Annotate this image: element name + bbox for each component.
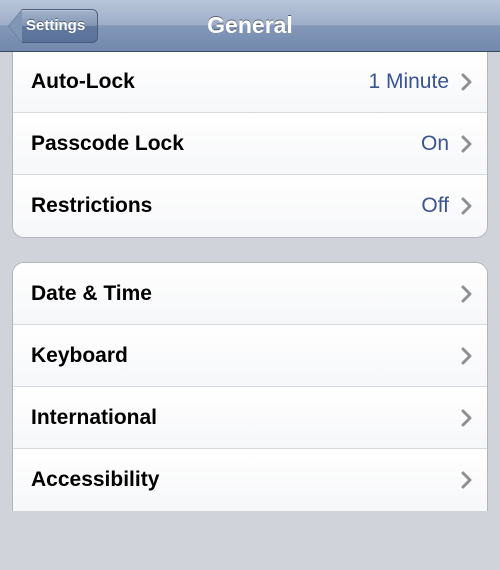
row-label: Restrictions: [31, 194, 421, 218]
row-label: International: [31, 406, 461, 430]
row-international[interactable]: International: [13, 387, 487, 449]
chevron-right-icon: [461, 471, 473, 489]
chevron-right-icon: [461, 347, 473, 365]
row-restrictions[interactable]: Restrictions Off: [13, 175, 487, 237]
row-value: Off: [421, 194, 449, 218]
back-button[interactable]: Settings: [8, 9, 98, 43]
row-keyboard[interactable]: Keyboard: [13, 325, 487, 387]
settings-group-system: Date & Time Keyboard International Acces…: [12, 262, 488, 511]
navbar: Settings General: [0, 0, 500, 52]
content: Auto-Lock 1 Minute Passcode Lock On Rest…: [0, 51, 500, 511]
chevron-right-icon: [461, 135, 473, 153]
row-value: On: [421, 132, 449, 156]
row-label: Date & Time: [31, 282, 461, 306]
chevron-right-icon: [461, 409, 473, 427]
page-title: General: [207, 12, 293, 39]
row-label: Passcode Lock: [31, 132, 421, 156]
row-label: Keyboard: [31, 344, 461, 368]
row-accessibility[interactable]: Accessibility: [13, 449, 487, 511]
row-label: Accessibility: [31, 468, 461, 492]
chevron-left-icon: [8, 9, 22, 43]
settings-group-lock: Auto-Lock 1 Minute Passcode Lock On Rest…: [12, 51, 488, 238]
row-value: 1 Minute: [368, 70, 449, 94]
row-date-time[interactable]: Date & Time: [13, 263, 487, 325]
row-auto-lock[interactable]: Auto-Lock 1 Minute: [13, 51, 487, 113]
back-button-label: Settings: [22, 9, 98, 43]
chevron-right-icon: [461, 285, 473, 303]
row-passcode-lock[interactable]: Passcode Lock On: [13, 113, 487, 175]
row-label: Auto-Lock: [31, 70, 368, 94]
chevron-right-icon: [461, 73, 473, 91]
chevron-right-icon: [461, 197, 473, 215]
